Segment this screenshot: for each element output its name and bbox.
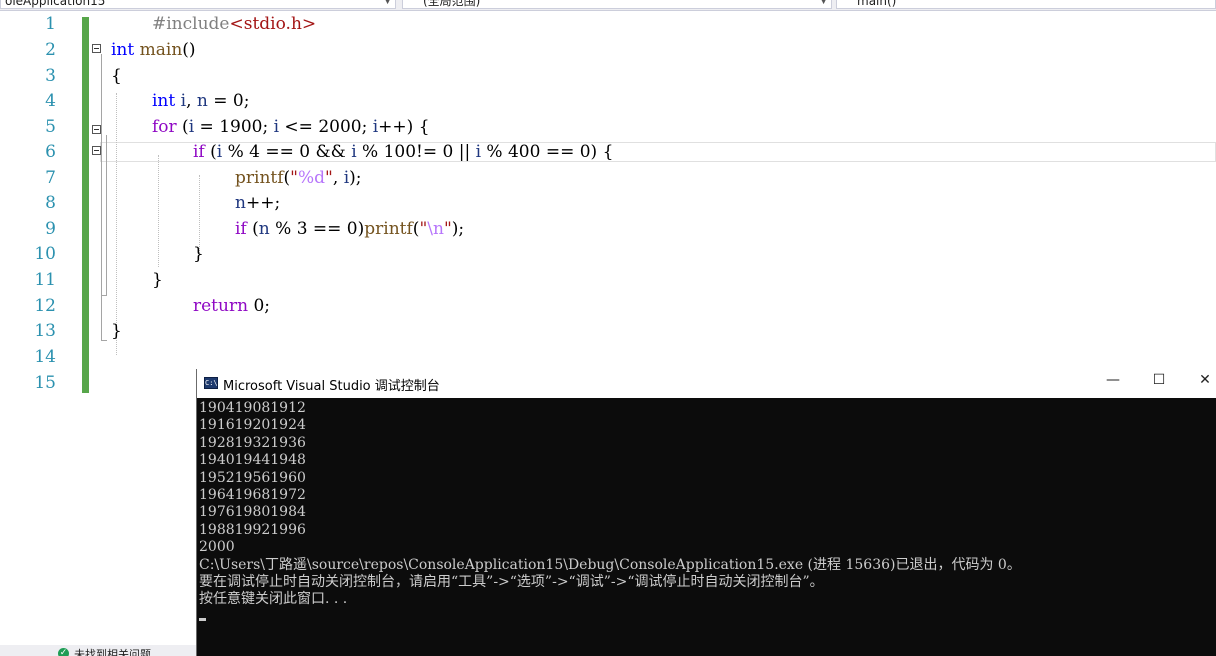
project-name: oleApplication15 [5, 0, 106, 8]
status-strip: ✓ 未找到相关问题 [0, 645, 196, 656]
line-number: 6 [45, 142, 56, 162]
code-line-7: printf("%d", i); [235, 168, 362, 188]
console-output[interactable]: 190419081912 191619201924 192819321936 1940… [199, 400, 1215, 654]
line-number: 1 [45, 14, 56, 34]
code-line-8: n++; [235, 193, 281, 213]
code-line-3: { [111, 66, 122, 86]
line-number: 14 [34, 347, 56, 367]
line-number: 8 [45, 193, 56, 213]
line-number: 10 [34, 244, 56, 264]
line-number: 15 [34, 373, 56, 393]
console-title-bar[interactable]: C:\ Microsoft Visual Studio 调试控制台 — ☐ ✕ [197, 369, 1216, 398]
code-line-2: int main() [111, 40, 196, 60]
fold-line [101, 54, 102, 340]
line-number: 12 [34, 296, 56, 316]
code-line-4: int i, n = 0; [152, 91, 250, 111]
chevron-down-icon: ▼ [384, 0, 391, 6]
member-dropdown[interactable]: main() [836, 0, 1216, 9]
collapse-for-icon[interactable] [92, 125, 101, 134]
minimize-button[interactable]: — [1093, 372, 1133, 388]
code-line-1: #include<stdio.h> [152, 14, 317, 34]
console-output-line: 195219561960 [199, 469, 306, 486]
console-app-icon: C:\ [204, 377, 218, 389]
code-line-6: if (i % 4 == 0 && i % 100!= 0 || i % 400… [193, 142, 614, 162]
fold-line-end [101, 295, 107, 296]
issues-status[interactable]: 未找到相关问题 [74, 646, 151, 656]
code-line-13: } [111, 321, 122, 341]
line-number: 7 [45, 168, 56, 188]
collapse-main-icon[interactable] [92, 44, 101, 53]
navigation-bar: oleApplication15 ▼ (全局范围) ▼ main() [0, 0, 1216, 11]
console-title: Microsoft Visual Studio 调试控制台 [223, 379, 440, 394]
indent-guide [116, 93, 117, 355]
console-output-line: 要在调试停止时自动关闭控制台，请启用“工具”->“选项”->“调试”->“调试停… [199, 574, 824, 591]
console-output-line: 190419081912 [199, 400, 306, 416]
line-number: 5 [45, 117, 56, 137]
console-output-line: 192819321936 [199, 434, 306, 451]
fold-line-end [101, 340, 107, 341]
console-output-line: 198819921996 [199, 521, 306, 538]
line-number: 2 [45, 40, 56, 60]
fold-line [106, 135, 107, 295]
line-number: 3 [45, 66, 56, 86]
collapse-if-icon[interactable] [92, 146, 101, 155]
console-output-line: 196419681972 [199, 487, 306, 504]
maximize-button[interactable]: ☐ [1139, 372, 1179, 388]
indent-guide [199, 175, 200, 255]
console-output-line: 194019441948 [199, 452, 306, 469]
console-output-line: 197619801984 [199, 504, 306, 521]
member-name: main() [857, 0, 897, 8]
close-button[interactable]: ✕ [1185, 372, 1216, 388]
debug-console-window[interactable]: C:\ Microsoft Visual Studio 调试控制台 — ☐ ✕ … [196, 369, 1216, 656]
code-line-10: } [193, 244, 204, 264]
project-dropdown[interactable]: oleApplication15 ▼ [0, 0, 396, 9]
console-cursor [199, 617, 206, 621]
scope-dropdown[interactable]: (全局范围) ▼ [402, 0, 832, 9]
console-output-line: 191619201924 [199, 417, 306, 434]
line-number: 11 [34, 270, 56, 290]
change-tracking-bar [82, 17, 89, 393]
code-line-5: for (i = 1900; i <= 2000; i++) { [152, 117, 430, 137]
check-circle-icon: ✓ [58, 648, 69, 656]
line-number: 9 [45, 219, 56, 239]
code-line-11: } [152, 270, 163, 290]
scope-name: (全局范围) [423, 0, 481, 8]
code-line-12: return 0; [193, 296, 270, 316]
console-output-line: 2000 [199, 539, 235, 556]
console-output-line: 按任意键关闭此窗口. . . [199, 591, 348, 608]
line-number: 4 [45, 91, 56, 111]
code-line-9: if (n % 3 == 0)printf("\n"); [235, 219, 465, 239]
chevron-down-icon: ▼ [820, 0, 827, 6]
console-output-line: C:\Users\丁路遥\source\repos\ConsoleApplica… [199, 556, 1021, 573]
line-number: 13 [34, 321, 56, 341]
indent-guide [158, 155, 159, 267]
